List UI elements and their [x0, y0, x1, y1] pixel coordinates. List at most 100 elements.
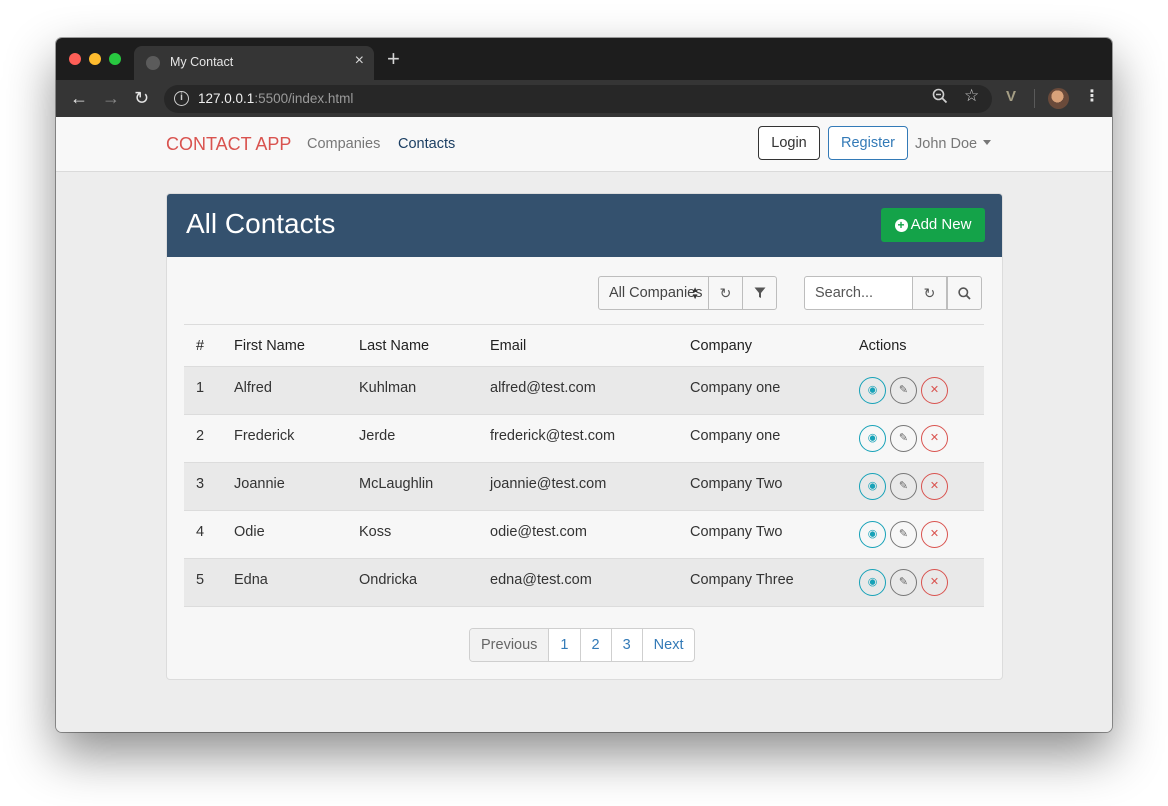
- edit-button[interactable]: ✎: [890, 521, 917, 548]
- vue-devtools-icon[interactable]: V: [1006, 88, 1016, 105]
- filter-button[interactable]: [742, 276, 777, 310]
- company-filter-value: All Companies: [609, 285, 703, 301]
- cell-email: edna@test.com: [490, 572, 592, 588]
- edit-button[interactable]: ✎: [890, 569, 917, 596]
- header-first-name: First Name: [234, 338, 305, 354]
- search-input[interactable]: [804, 276, 913, 310]
- back-icon[interactable]: ←: [70, 86, 88, 110]
- edit-button[interactable]: ✎: [890, 425, 917, 452]
- toolbar-divider: [1034, 89, 1035, 108]
- header-email: Email: [490, 338, 527, 354]
- cell-email: odie@test.com: [490, 524, 587, 540]
- cell-number: 1: [196, 380, 205, 396]
- table-row: 1 Alfred Kuhlman alfred@test.com Company…: [184, 367, 984, 415]
- contacts-panel: All Contacts + Add New All Companies ▲ ▼ ↻…: [166, 193, 1003, 680]
- table-header-row: # First Name Last Name Email Company Act…: [184, 325, 984, 367]
- zoom-icon[interactable]: [932, 88, 948, 109]
- login-button[interactable]: Login: [758, 126, 820, 160]
- search-refresh-button[interactable]: ↻: [912, 276, 947, 310]
- pagination-previous[interactable]: Previous: [470, 629, 549, 661]
- select-arrows-icon: ▲ ▼: [691, 285, 699, 301]
- search-icon: [958, 287, 971, 300]
- delete-button[interactable]: ✕: [921, 521, 948, 548]
- profile-avatar[interactable]: [1048, 88, 1069, 109]
- header-last-name: Last Name: [359, 338, 430, 354]
- plus-circle-icon: +: [894, 219, 908, 232]
- pagination-next[interactable]: Next: [641, 629, 695, 661]
- view-button[interactable]: ◉: [859, 377, 886, 404]
- user-menu[interactable]: John Doe: [915, 136, 992, 152]
- search-button[interactable]: [947, 276, 982, 310]
- bookmark-star-icon[interactable]: ☆: [964, 86, 979, 106]
- table-row: 3 Joannie McLaughlin joannie@test.com Co…: [184, 463, 984, 511]
- pagination: Previous 1 2 3 Next: [469, 628, 696, 662]
- minimize-window-button[interactable]: [89, 53, 101, 65]
- delete-button[interactable]: ✕: [921, 425, 948, 452]
- cell-number: 2: [196, 428, 205, 444]
- pagination-page-1[interactable]: 1: [548, 629, 579, 661]
- forward-icon[interactable]: →: [102, 86, 120, 110]
- browser-titlebar: My Contact × +: [56, 38, 1112, 80]
- header-actions: Actions: [859, 338, 907, 354]
- browser-toolbar: ← → ↻ i 127.0.0.1:5500/index.html ☆ V ⋮: [56, 80, 1112, 117]
- maximize-window-button[interactable]: [109, 53, 121, 65]
- brand-logo[interactable]: CONTACT APP: [166, 134, 291, 155]
- delete-button[interactable]: ✕: [921, 377, 948, 404]
- user-name: John Doe: [915, 136, 978, 152]
- view-button[interactable]: ◉: [859, 521, 886, 548]
- cell-last-name: Koss: [359, 524, 392, 540]
- delete-button[interactable]: ✕: [921, 473, 948, 500]
- table-row: 5 Edna Ondricka edna@test.com Company Th…: [184, 559, 984, 607]
- reload-icon[interactable]: ↻: [134, 86, 149, 110]
- panel-heading: All Contacts + Add New: [167, 194, 1002, 257]
- filter-icon: [754, 287, 765, 298]
- new-tab-icon[interactable]: +: [387, 48, 400, 70]
- delete-button[interactable]: ✕: [921, 569, 948, 596]
- table-row: 2 Frederick Jerde frederick@test.com Com…: [184, 415, 984, 463]
- add-new-label: Add New: [910, 216, 972, 233]
- cell-email: joannie@test.com: [490, 476, 607, 492]
- browser-menu-icon[interactable]: ⋮: [1084, 86, 1100, 106]
- pagination-page-3[interactable]: 3: [610, 629, 642, 661]
- refresh-icon: ↻: [719, 285, 732, 301]
- contacts-table: # First Name Last Name Email Company Act…: [184, 324, 984, 607]
- cell-email: alfred@test.com: [490, 380, 596, 396]
- cell-email: frederick@test.com: [490, 428, 616, 444]
- nav-link-companies[interactable]: Companies: [307, 136, 380, 152]
- filter-refresh-button[interactable]: ↻: [708, 276, 743, 310]
- caret-down-icon: [983, 140, 992, 145]
- refresh-icon: ↻: [923, 285, 936, 301]
- cell-first-name: Edna: [234, 572, 268, 588]
- tab-title: My Contact: [170, 55, 234, 69]
- cell-number: 4: [196, 524, 205, 540]
- address-bar[interactable]: i 127.0.0.1:5500/index.html ☆: [164, 85, 992, 113]
- header-number: #: [196, 338, 205, 354]
- edit-button[interactable]: ✎: [890, 377, 917, 404]
- close-window-button[interactable]: [69, 53, 81, 65]
- nav-link-contacts[interactable]: Contacts: [398, 136, 455, 152]
- add-new-button[interactable]: + Add New: [881, 208, 985, 242]
- register-button[interactable]: Register: [828, 126, 908, 160]
- cell-first-name: Odie: [234, 524, 265, 540]
- cell-last-name: Ondricka: [359, 572, 418, 588]
- company-filter-select[interactable]: All Companies ▲ ▼: [598, 276, 709, 310]
- close-tab-icon[interactable]: ×: [355, 52, 364, 70]
- cell-company: Company one: [690, 380, 781, 396]
- cell-company: Company Two: [690, 476, 783, 492]
- url-text: 127.0.0.1:5500/index.html: [198, 91, 354, 106]
- view-button[interactable]: ◉: [859, 569, 886, 596]
- pagination-page-2[interactable]: 2: [579, 629, 611, 661]
- edit-button[interactable]: ✎: [890, 473, 917, 500]
- page-title: All Contacts: [186, 208, 336, 239]
- cell-first-name: Alfred: [234, 380, 272, 396]
- header-company: Company: [690, 338, 753, 354]
- browser-tab[interactable]: My Contact ×: [134, 46, 374, 80]
- view-button[interactable]: ◉: [859, 425, 886, 452]
- cell-number: 5: [196, 572, 205, 588]
- globe-icon: [146, 56, 160, 70]
- info-icon[interactable]: i: [174, 91, 189, 106]
- page-content: CONTACT APP Companies Contacts Login Reg…: [56, 117, 1112, 732]
- cell-last-name: McLaughlin: [359, 476, 434, 492]
- cell-first-name: Frederick: [234, 428, 295, 444]
- view-button[interactable]: ◉: [859, 473, 886, 500]
